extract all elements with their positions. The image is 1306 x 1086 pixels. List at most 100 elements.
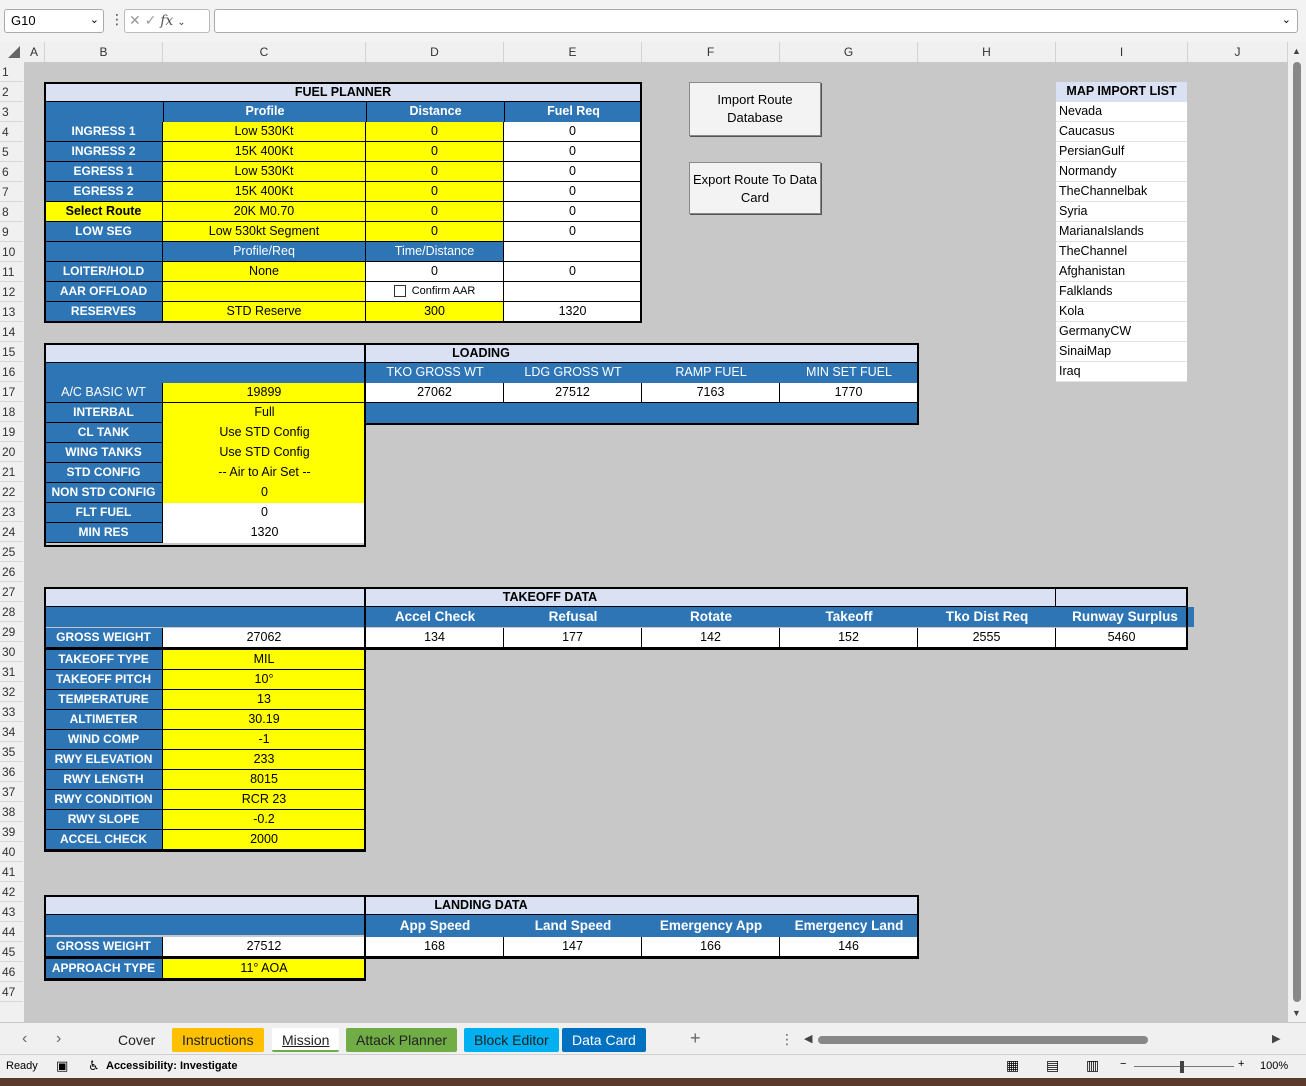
more-options-icon[interactable]: ⋮ bbox=[110, 11, 124, 28]
zoom-slider[interactable] bbox=[1134, 1066, 1234, 1067]
row-header[interactable]: 43 bbox=[0, 902, 23, 922]
aar-fuel[interactable] bbox=[504, 282, 642, 302]
fuel-row-profile[interactable]: 15K 400Kt bbox=[163, 182, 366, 202]
scroll-left-icon[interactable]: ◀ bbox=[804, 1032, 812, 1045]
map-import-item[interactable]: SinaiMap bbox=[1056, 342, 1187, 362]
row-header[interactable]: 21 bbox=[0, 462, 23, 482]
row-header[interactable]: 18 bbox=[0, 402, 23, 422]
row-header[interactable]: 30 bbox=[0, 642, 23, 662]
row-header[interactable]: 2 bbox=[0, 82, 23, 102]
col-header-b[interactable]: B bbox=[45, 42, 163, 62]
fuel-row-fuel[interactable]: 0 bbox=[504, 182, 642, 202]
landing-value[interactable]: 168 bbox=[366, 937, 504, 957]
export-route-button[interactable]: Export Route To Data Card bbox=[689, 162, 821, 214]
accessibility-icon[interactable]: ♿ bbox=[88, 1058, 100, 1074]
map-import-item[interactable]: Falklands bbox=[1056, 282, 1187, 302]
row-header[interactable]: 41 bbox=[0, 862, 23, 882]
row-header[interactable]: 33 bbox=[0, 702, 23, 722]
row-header[interactable]: 12 bbox=[0, 282, 23, 302]
cancel-icon[interactable]: ✕ bbox=[129, 12, 141, 28]
fuel-row-profile[interactable]: Low 530Kt bbox=[163, 162, 366, 182]
takeoff-value[interactable]: 177 bbox=[504, 628, 642, 648]
scroll-up-icon[interactable]: ▲ bbox=[1292, 46, 1301, 56]
map-import-item[interactable]: Syria bbox=[1056, 202, 1187, 222]
row-header[interactable]: 8 bbox=[0, 202, 23, 222]
row-header[interactable]: 24 bbox=[0, 522, 23, 542]
row-header[interactable]: 29 bbox=[0, 622, 23, 642]
fuel-row-profile[interactable]: 15K 400Kt bbox=[163, 142, 366, 162]
select-all-corner[interactable] bbox=[0, 42, 24, 62]
row-header[interactable]: 20 bbox=[0, 442, 23, 462]
insert-function-icon[interactable]: fx bbox=[160, 13, 173, 29]
fuel-row-distance[interactable]: 0 bbox=[366, 142, 504, 162]
takeoff-value[interactable]: 134 bbox=[366, 628, 504, 648]
reserves-value[interactable]: 300 bbox=[366, 302, 504, 322]
row-header[interactable]: 13 bbox=[0, 302, 23, 322]
row-header[interactable]: 1 bbox=[0, 62, 23, 82]
row-header[interactable]: 42 bbox=[0, 882, 23, 902]
vertical-scrollbar[interactable]: ▲ ▼ bbox=[1288, 42, 1306, 1022]
fuel-row-fuel[interactable]: 0 bbox=[504, 162, 642, 182]
map-import-item[interactable]: MarianaIslands bbox=[1056, 222, 1187, 242]
macro-record-icon[interactable]: ▣ bbox=[56, 1058, 68, 1074]
row-header[interactable]: 47 bbox=[0, 982, 23, 1002]
select-route-cell[interactable]: Select Route bbox=[45, 202, 163, 222]
takeoff-row-value[interactable]: 8015 bbox=[163, 770, 366, 790]
row-header[interactable]: 27 bbox=[0, 582, 23, 602]
row-header[interactable]: 10 bbox=[0, 242, 23, 262]
name-box[interactable]: G10 ⌄ bbox=[4, 9, 104, 33]
col-header-e[interactable]: E bbox=[504, 42, 642, 62]
row-header[interactable]: 45 bbox=[0, 942, 23, 962]
row-header[interactable]: 44 bbox=[0, 922, 23, 942]
loiter-fuel[interactable]: 0 bbox=[504, 262, 642, 282]
loiter-time[interactable]: 0 bbox=[366, 262, 504, 282]
basic-wt-value[interactable]: 19899 bbox=[163, 383, 366, 403]
scrollbar-thumb[interactable] bbox=[818, 1036, 1148, 1044]
row-header[interactable]: 28 bbox=[0, 602, 23, 622]
row-header[interactable]: 26 bbox=[0, 562, 23, 582]
row-header[interactable]: 11 bbox=[0, 262, 23, 282]
next-sheet-icon[interactable]: › bbox=[56, 1030, 61, 1048]
import-route-database-button[interactable]: Import Route Database bbox=[689, 82, 821, 136]
takeoff-row-value[interactable]: 30.19 bbox=[163, 710, 366, 730]
fuel-row-fuel[interactable]: 0 bbox=[504, 122, 642, 142]
row-header[interactable]: 7 bbox=[0, 182, 23, 202]
row-header[interactable]: 35 bbox=[0, 742, 23, 762]
fuel-row-profile[interactable]: Low 530kt Segment bbox=[163, 222, 366, 242]
takeoff-value[interactable]: 142 bbox=[642, 628, 780, 648]
approach-type-value[interactable]: 11° AOA bbox=[163, 959, 366, 979]
row-header[interactable]: 37 bbox=[0, 782, 23, 802]
zoom-slider-thumb[interactable] bbox=[1180, 1061, 1184, 1073]
takeoff-value[interactable]: 152 bbox=[780, 628, 918, 648]
fuel-row-fuel[interactable]: 0 bbox=[504, 222, 642, 242]
map-import-item[interactable]: TheChannelbak bbox=[1056, 182, 1187, 202]
fuel-row-fuel[interactable]: 0 bbox=[504, 142, 642, 162]
expand-formula-icon[interactable]: ⌄ bbox=[1282, 13, 1291, 26]
loading-row-value[interactable]: 0 bbox=[163, 483, 366, 503]
sheet-tab[interactable]: Data Card bbox=[562, 1028, 646, 1052]
row-header[interactable]: 5 bbox=[0, 142, 23, 162]
row-header[interactable]: 4 bbox=[0, 122, 23, 142]
col-header-c[interactable]: C bbox=[163, 42, 366, 62]
reserves-fuel[interactable]: 1320 bbox=[504, 302, 642, 322]
row-header[interactable]: 25 bbox=[0, 542, 23, 562]
sheet-tab[interactable]: Cover bbox=[108, 1028, 166, 1052]
scrollbar-thumb[interactable] bbox=[1293, 62, 1301, 1002]
row-header[interactable]: 23 bbox=[0, 502, 23, 522]
fuel-row-distance[interactable]: 0 bbox=[366, 122, 504, 142]
row-header[interactable]: 36 bbox=[0, 762, 23, 782]
checkbox-icon[interactable] bbox=[393, 285, 406, 298]
row-header[interactable]: 32 bbox=[0, 682, 23, 702]
accessibility-status[interactable]: Accessibility: Investigate bbox=[106, 1060, 237, 1072]
fuel-row-profile[interactable]: 20K M0.70 bbox=[163, 202, 366, 222]
page-break-icon[interactable]: ▥ bbox=[1086, 1057, 1099, 1074]
row-header[interactable]: 9 bbox=[0, 222, 23, 242]
takeoff-row-value[interactable]: 2000 bbox=[163, 830, 366, 850]
landing-value[interactable]: 166 bbox=[642, 937, 780, 957]
loading-row-value[interactable]: 1320 bbox=[163, 523, 366, 543]
sheet-tab[interactable]: Mission bbox=[272, 1028, 340, 1052]
fuel-row-profile[interactable]: Low 530Kt bbox=[163, 122, 366, 142]
scroll-down-icon[interactable]: ▼ bbox=[1292, 1008, 1301, 1018]
takeoff-row-value[interactable]: MIL bbox=[163, 650, 366, 670]
row-header[interactable]: 40 bbox=[0, 842, 23, 862]
